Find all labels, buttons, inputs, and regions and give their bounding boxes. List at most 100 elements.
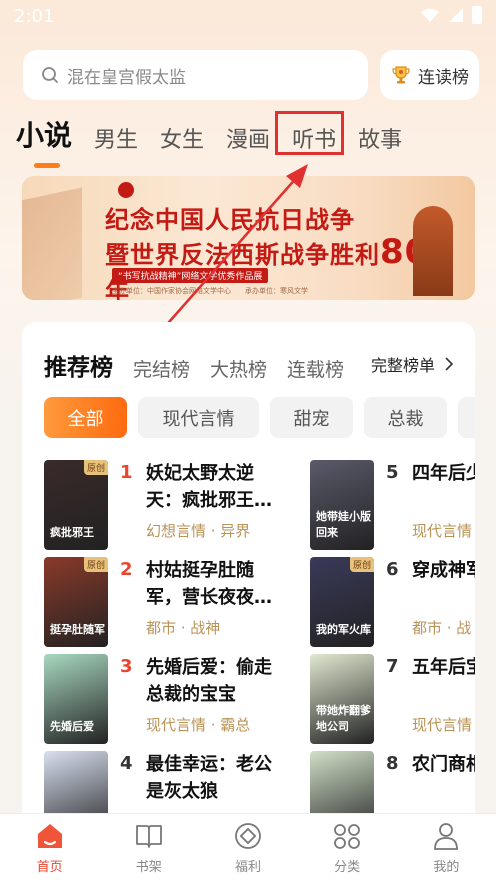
chip-all[interactable]: 全部 xyxy=(44,397,127,438)
user-icon xyxy=(434,823,459,850)
tab-serial[interactable]: 连载榜 xyxy=(287,355,344,382)
rank-button[interactable]: 连读榜 xyxy=(380,50,479,100)
tab-story[interactable]: 故事 xyxy=(358,122,402,162)
book-item[interactable]: 原创疯批邪王 1 妖妃太野太逆天：疯批邪王… 幻想言情 · 异界 xyxy=(44,460,294,550)
book-cover[interactable]: 原创挺孕肚随军 xyxy=(44,557,108,647)
cover-title: 疯批邪王 xyxy=(50,526,94,539)
tab-comic[interactable]: 漫画 xyxy=(226,122,270,162)
cover-title: 带她炸翻爹地公司 xyxy=(316,704,371,733)
banner-line1: 纪念中国人民抗日战争 xyxy=(105,206,355,234)
book-cover[interactable]: 原创疯批邪王 xyxy=(44,460,108,550)
battery-icon xyxy=(472,6,482,24)
cover-title: 先婚后爱 xyxy=(50,720,94,733)
highlight-box xyxy=(275,111,344,155)
promo-banner[interactable]: 纪念中国人民抗日战争 暨世界反法西斯战争胜利80周年 “书写抗战精神”网络文学优… xyxy=(22,176,475,300)
tab-novel[interactable]: 小说 xyxy=(16,114,72,168)
banner-flag-decoration xyxy=(22,187,82,300)
book-title: 五年后宝带她 xyxy=(412,657,475,678)
nav-mine[interactable]: 我的 xyxy=(406,822,486,875)
nav-welfare-label: 福利 xyxy=(234,860,261,875)
book-icon xyxy=(135,825,162,848)
book-title: 四年后少缩小 xyxy=(412,463,475,484)
book-cover[interactable]: 原创我的军火库 xyxy=(310,557,374,647)
banner-footer: 主办单位：中国作家协会网络文学中心 承办单位：寒风文学 xyxy=(112,287,308,295)
book-category: 幻想言情 · 异界 xyxy=(146,522,251,540)
book-item[interactable]: 她带娃小版回来 5 四年后少缩小现代言情 xyxy=(310,460,475,550)
book-category: 现代言情 · 霸总 xyxy=(146,716,251,734)
status-icons xyxy=(420,6,482,24)
trophy-icon xyxy=(392,66,410,84)
book-rank: 3 xyxy=(120,656,133,677)
tab-finished[interactable]: 完结榜 xyxy=(133,355,190,382)
home-icon xyxy=(37,824,62,848)
book-rank: 4 xyxy=(120,753,133,774)
book-title: 先婚后爱：偷走总裁的宝宝 xyxy=(146,657,272,705)
bottom-nav: 首页 书架 福利 分类 我的 xyxy=(0,813,496,883)
book-title: 最佳幸运：老公是灰太狼 xyxy=(146,754,272,802)
original-tag: 原创 xyxy=(349,557,374,572)
book-title: 村姑挺孕肚随军，营长夜夜… xyxy=(146,560,272,608)
top-tabs: 小说 男生 女生 漫画 听书 故事 xyxy=(16,112,424,168)
cover-title: 我的军火库 xyxy=(316,623,371,636)
book-item[interactable]: 原创挺孕肚随军 2 村姑挺孕肚随军，营长夜夜… 都市 · 战神 xyxy=(44,557,294,647)
cover-title: 她带娃小版回来 xyxy=(316,510,371,539)
book-rank: 1 xyxy=(120,462,133,483)
recommend-card: 推荐榜 完结榜 大热榜 连载榜 完整榜单 全部 现代言情 甜宠 总裁 原创疯批邪… xyxy=(22,322,475,882)
book-cover[interactable]: 先婚后爱 xyxy=(44,654,108,744)
chevron-right-icon xyxy=(445,357,453,371)
book-category: 都市 · 战神 xyxy=(146,619,221,637)
chip-ceo[interactable]: 总裁 xyxy=(364,397,447,438)
wifi-icon xyxy=(421,8,439,22)
book-title: 农门商相公赖 xyxy=(412,754,475,775)
tab-hot[interactable]: 大热榜 xyxy=(210,355,267,382)
book-category: 都市 · 战 xyxy=(412,619,472,637)
book-rank: 6 xyxy=(386,559,399,580)
nav-home[interactable]: 首页 xyxy=(10,822,90,875)
category-icon xyxy=(334,824,361,849)
tab-recommend[interactable]: 推荐榜 xyxy=(44,348,113,382)
search-icon xyxy=(42,67,58,83)
emblem-icon xyxy=(118,182,134,198)
book-category: 现代言情 xyxy=(412,716,473,734)
search-input[interactable]: 混在皇宫假太监 xyxy=(23,50,368,100)
book-category: 现代言情 xyxy=(412,522,473,540)
book-cover[interactable]: 她带娃小版回来 xyxy=(310,460,374,550)
original-tag: 原创 xyxy=(83,557,108,572)
book-rank: 2 xyxy=(120,559,133,580)
book-item[interactable]: 原创我的军火库 6 穿成神军火库都市 · 战 xyxy=(310,557,475,647)
category-chips: 全部 现代言情 甜宠 总裁 xyxy=(44,397,475,438)
book-rank: 7 xyxy=(386,656,399,677)
book-item[interactable]: 先婚后爱 3 先婚后爱：偷走总裁的宝宝现代言情 · 霸总 xyxy=(44,654,294,744)
rank-button-label: 连读榜 xyxy=(418,67,469,88)
book-title: 妖妃太野太逆天：疯批邪王… xyxy=(146,463,272,511)
nav-category-label: 分类 xyxy=(334,860,361,875)
nav-home-label: 首页 xyxy=(36,860,63,875)
nav-category[interactable]: 分类 xyxy=(307,822,387,875)
tab-male[interactable]: 男生 xyxy=(94,122,138,162)
book-rank: 5 xyxy=(386,462,399,483)
book-rank: 8 xyxy=(386,753,399,774)
book-title: 穿成神军火库 xyxy=(412,560,475,581)
nav-mine-label: 我的 xyxy=(433,860,460,875)
full-list-label: 完整榜单 xyxy=(370,356,435,375)
nav-bookshelf-label: 书架 xyxy=(135,860,162,875)
tab-female[interactable]: 女生 xyxy=(160,122,204,162)
nav-welfare[interactable]: 福利 xyxy=(208,822,288,875)
cover-title: 挺孕肚随军 xyxy=(50,623,105,636)
soldier-illustration xyxy=(413,206,453,296)
chip-sweet[interactable]: 甜宠 xyxy=(270,397,353,438)
status-bar: 2:01 xyxy=(0,0,496,34)
signal-icon xyxy=(449,8,463,22)
book-cover[interactable]: 带她炸翻爹地公司 xyxy=(310,654,374,744)
banner-badge: “书写抗战精神”网络文学优秀作品展 xyxy=(112,268,269,283)
banner-line2-prefix: 暨世界反法西斯战争胜利 xyxy=(105,241,380,269)
chip-more[interactable] xyxy=(458,397,475,438)
gift-icon xyxy=(235,823,261,849)
nav-bookshelf[interactable]: 书架 xyxy=(109,822,189,875)
chip-modern-romance[interactable]: 现代言情 xyxy=(138,397,259,438)
recommend-tabs: 推荐榜 完结榜 大热榜 连载榜 xyxy=(44,348,364,382)
search-placeholder: 混在皇宫假太监 xyxy=(67,67,186,88)
original-tag: 原创 xyxy=(83,460,108,475)
book-item[interactable]: 带她炸翻爹地公司 7 五年后宝带她现代言情 xyxy=(310,654,475,744)
full-list-link[interactable]: 完整榜单 xyxy=(371,352,453,376)
